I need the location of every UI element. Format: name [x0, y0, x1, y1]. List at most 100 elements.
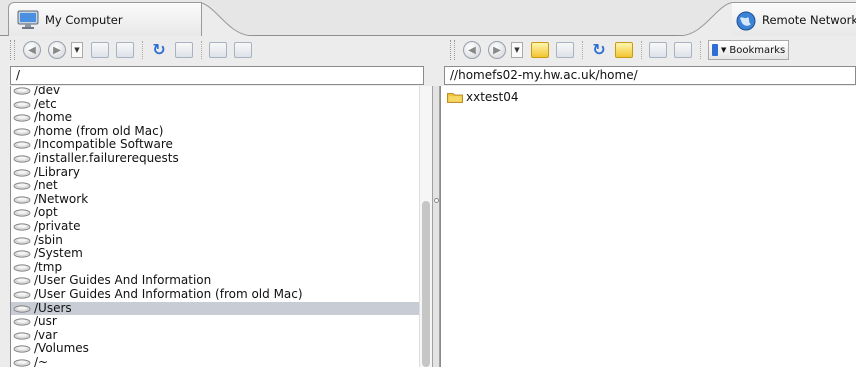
tree-row[interactable]: /Library: [11, 164, 420, 180]
arrow-right-icon: [209, 42, 227, 58]
pane-splitter[interactable]: [432, 86, 440, 367]
home-button[interactable]: [529, 40, 551, 60]
drive-icon: [13, 168, 31, 177]
transfer-button[interactable]: [647, 40, 669, 60]
toolbar-grip[interactable]: [10, 40, 15, 60]
forward-button[interactable]: ▶: [486, 40, 508, 60]
folder-icon: [556, 42, 574, 58]
tree-row-label: /User Guides And Information: [34, 273, 212, 288]
tree-row[interactable]: /Incompatible Software: [11, 138, 420, 152]
home-button[interactable]: [89, 40, 111, 60]
tree-row-label: /User Guides And Information (from old M…: [34, 286, 303, 301]
toolbar-grip[interactable]: [450, 40, 455, 60]
tree-row-label: /sbin: [34, 232, 63, 247]
up-button[interactable]: [613, 40, 635, 60]
delete-button[interactable]: [672, 40, 694, 60]
tree-row[interactable]: /home: [11, 110, 420, 125]
tree-row-label: /Users: [34, 300, 72, 315]
drive-icon: [13, 250, 31, 258]
scrollbar-thumb[interactable]: [422, 201, 430, 367]
local-path-input[interactable]: /: [10, 66, 424, 85]
tree-row-label: /~: [34, 354, 49, 367]
local-file-tree[interactable]: /dev/etc/home/home (from old Mac)/Incomp…: [10, 86, 432, 367]
tree-row[interactable]: /System: [11, 246, 420, 261]
drive-icon: [13, 182, 31, 190]
tree-row[interactable]: /home (from old Mac): [11, 124, 420, 139]
back-button[interactable]: ◀: [21, 40, 43, 60]
tree-list: /dev/etc/home/home (from old Mac)/Incomp…: [11, 86, 420, 367]
tree-row[interactable]: /Users: [11, 300, 420, 316]
drive-icon: [13, 264, 31, 272]
vertical-scrollbar[interactable]: [419, 86, 432, 367]
up-button[interactable]: [173, 40, 195, 60]
tree-row-label: /private: [34, 218, 81, 233]
drive-icon: [13, 196, 31, 204]
back-button[interactable]: ◀: [461, 40, 483, 60]
new-folder-button[interactable]: [114, 40, 136, 60]
tree-row-label: /etc: [34, 96, 57, 111]
splitter-handle[interactable]: [434, 198, 439, 203]
tree-row[interactable]: /sbin: [11, 232, 420, 248]
up-folder-icon: [175, 42, 193, 58]
back-arrow-icon: ◀: [23, 41, 41, 59]
tree-row[interactable]: /opt: [11, 206, 420, 220]
tree-row-label: /System: [34, 246, 83, 261]
drive-icon: [13, 236, 31, 245]
refresh-button[interactable]: ↻: [148, 40, 170, 60]
tree-row-label: /Network: [34, 191, 89, 206]
home-icon: [531, 42, 549, 58]
drive-icon: [13, 87, 31, 95]
forward-arrow-icon: ▶: [488, 41, 506, 59]
refresh-icon: ↻: [152, 40, 166, 59]
remote-toolbar: ◀ ▶ ▼ ↻ ▼ Bookmarks: [450, 38, 790, 62]
tab-my-computer[interactable]: My Computer: [8, 2, 202, 36]
drive-icon: [13, 114, 31, 122]
tree-row[interactable]: /User Guides And Information (from old M…: [11, 286, 420, 302]
delete-icon: [234, 42, 252, 58]
tree-row[interactable]: /net: [11, 178, 420, 193]
new-folder-button[interactable]: [554, 40, 576, 60]
tree-row[interactable]: /var: [11, 328, 420, 343]
history-dropdown[interactable]: ▼: [511, 42, 523, 58]
dropdown-arrow-icon: ▼: [721, 46, 727, 54]
tree-row[interactable]: /dev: [11, 86, 420, 98]
folder-icon: [116, 42, 134, 58]
tree-row-label: /home: [34, 110, 73, 125]
delete-button[interactable]: [232, 40, 254, 60]
file-row-label: xxtest04: [466, 90, 519, 104]
remote-file-list[interactable]: xxtest04: [440, 86, 856, 367]
tab-remote-network[interactable]: Remote Network: [732, 2, 856, 36]
tree-row[interactable]: /usr: [11, 314, 420, 329]
history-dropdown[interactable]: ▼: [71, 42, 83, 58]
tree-row[interactable]: /~: [11, 354, 420, 367]
drive-icon: [13, 318, 31, 326]
tree-row-label: /Library: [34, 164, 81, 179]
tree-row-label: /Incompatible Software: [34, 137, 173, 152]
tree-row[interactable]: /private: [11, 218, 420, 234]
tree-row[interactable]: /installer.failurerequests: [11, 151, 420, 166]
tab-edge: [677, 2, 736, 36]
bookmarks-label: Bookmarks: [729, 44, 786, 56]
drive-icon: [13, 100, 31, 109]
tree-row[interactable]: /User Guides And Information: [11, 274, 420, 288]
folder-icon: [447, 93, 463, 103]
transfer-button[interactable]: [207, 40, 229, 60]
drive-icon: [13, 359, 31, 367]
tree-row[interactable]: /Network: [11, 191, 420, 207]
tree-row-label: /dev: [34, 86, 61, 97]
tree-row-label: /tmp: [34, 259, 63, 274]
drive-icon: [13, 128, 31, 136]
tree-row[interactable]: /tmp: [11, 259, 420, 275]
tree-row[interactable]: /Volumes: [11, 341, 420, 356]
remote-path-input[interactable]: //homefs02-my.hw.ac.uk/home/: [444, 66, 856, 85]
bookmarks-button[interactable]: ▼ Bookmarks: [708, 40, 790, 60]
refresh-button[interactable]: ↻: [588, 40, 610, 60]
file-row[interactable]: xxtest04: [447, 90, 519, 104]
tree-row[interactable]: /etc: [11, 96, 420, 112]
drive-icon: [13, 332, 31, 340]
forward-button[interactable]: ▶: [46, 40, 68, 60]
tree-row-label: /net: [34, 178, 58, 193]
drive-icon: [13, 141, 31, 149]
home-icon: [91, 42, 109, 58]
drive-icon: [13, 155, 31, 163]
